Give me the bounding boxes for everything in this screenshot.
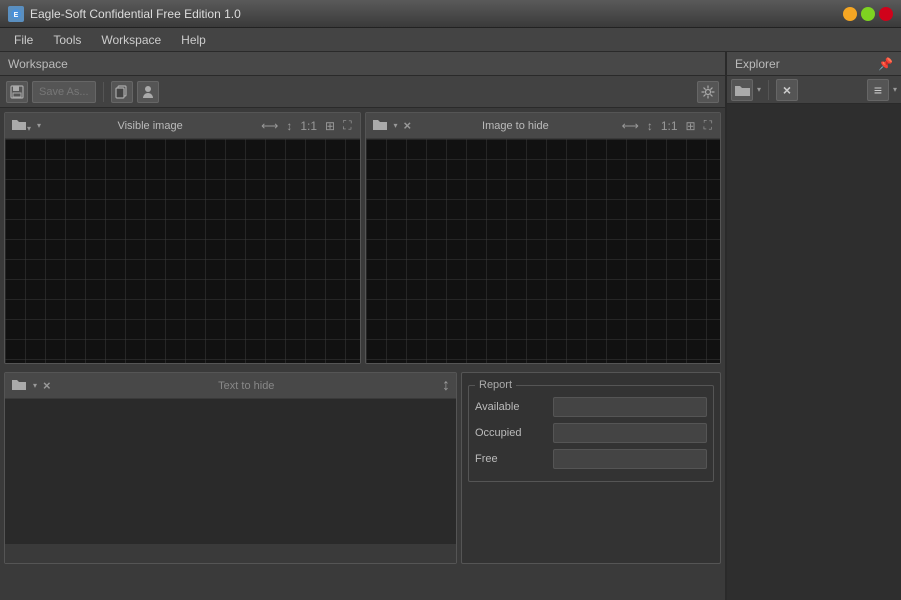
visible-zoom-1-1-btn[interactable]: 1:1 xyxy=(298,118,319,134)
explorer-menu-icon: ≡ xyxy=(874,82,882,98)
explorer-label: Explorer xyxy=(735,57,780,71)
text-panel-title: Text to hide xyxy=(57,380,436,392)
save-as-button[interactable]: Save As... xyxy=(32,81,96,103)
copy-button[interactable] xyxy=(111,81,133,103)
menu-tools[interactable]: Tools xyxy=(43,31,91,49)
save-as-label: Save As... xyxy=(39,86,89,98)
report-row-occupied: Occupied xyxy=(475,423,707,443)
main-container: Workspace Save As... xyxy=(0,52,901,600)
hide-image-grid xyxy=(366,139,721,363)
text-hide-input[interactable] xyxy=(9,403,452,539)
svg-text:E: E xyxy=(14,12,19,19)
menu-bar: File Tools Workspace Help xyxy=(0,28,901,52)
hide-zoom-custom-btn[interactable]: ⊞ xyxy=(684,118,698,134)
visible-zoom-height-btn[interactable]: ↕ xyxy=(284,118,294,134)
explorer-menu-button[interactable]: ≡ xyxy=(867,79,889,101)
report-free-label: Free xyxy=(475,453,545,465)
text-panel-dropdown-arrow[interactable]: ▾ xyxy=(33,381,37,390)
text-panel-resize-icon[interactable]: ↕ xyxy=(442,377,450,395)
report-row-available: Available xyxy=(475,397,707,417)
text-panel-footer xyxy=(5,543,456,563)
visible-zoom-full-btn[interactable]: ⛶ xyxy=(341,117,353,134)
report-available-value xyxy=(553,397,707,417)
app-icon: E xyxy=(8,6,24,22)
explorer-folder-dropdown[interactable]: ▾ xyxy=(757,85,761,94)
text-hide-panel: ▾ × Text to hide ↕ xyxy=(4,372,457,564)
explorer-toolbar: ▾ × ≡ ▾ xyxy=(727,76,901,104)
report-occupied-value xyxy=(553,423,707,443)
hide-image-close-btn[interactable]: × xyxy=(404,118,412,133)
menu-help[interactable]: Help xyxy=(171,31,216,49)
explorer-body xyxy=(727,104,901,600)
toolbar-right xyxy=(697,81,719,103)
hide-zoom-height-btn[interactable]: ↕ xyxy=(645,118,655,134)
explorer-close-button[interactable]: × xyxy=(776,79,798,101)
visible-image-canvas xyxy=(5,139,360,363)
settings-button[interactable] xyxy=(697,81,719,103)
person-button[interactable] xyxy=(137,81,159,103)
report-row-free: Free xyxy=(475,449,707,469)
explorer-open-button[interactable] xyxy=(731,79,753,101)
hide-image-canvas xyxy=(366,139,721,363)
menu-file[interactable]: File xyxy=(4,31,43,49)
report-free-value xyxy=(553,449,707,469)
hide-zoom-full-btn[interactable]: ⛶ xyxy=(702,117,714,134)
report-panel: Report Available Occupied Free xyxy=(461,372,721,564)
toolbar-separator-1 xyxy=(103,82,104,102)
window-controls xyxy=(843,7,893,21)
save-button[interactable] xyxy=(6,81,28,103)
hide-image-title: Image to hide xyxy=(417,120,614,132)
workspace-header: Workspace xyxy=(0,52,725,76)
maximize-button[interactable] xyxy=(861,7,875,21)
title-bar: E Eagle-Soft Confidential Free Edition 1… xyxy=(0,0,901,28)
explorer-toolbar-sep xyxy=(768,80,769,100)
bottom-section: ▾ × Text to hide ↕ Report Available xyxy=(0,368,725,568)
report-fieldset: Report Available Occupied Free xyxy=(468,379,714,482)
visible-image-open-icon[interactable]: ▾ xyxy=(11,117,31,134)
visible-image-title: Visible image xyxy=(47,120,253,132)
visible-image-toolbar: ⟷ ↕ 1:1 ⊞ ⛶ xyxy=(259,117,353,134)
explorer-pin-icon[interactable]: 📌 xyxy=(878,57,893,71)
hide-image-open-icon[interactable] xyxy=(372,117,388,134)
visible-image-panel-header: ▾ ▾ Visible image ⟷ ↕ 1:1 ⊞ ⛶ xyxy=(5,113,360,139)
visible-image-panel: ▾ ▾ Visible image ⟷ ↕ 1:1 ⊞ ⛶ xyxy=(4,112,361,364)
hide-image-dropdown-arrow[interactable]: ▾ xyxy=(394,121,398,130)
hide-image-toolbar: ⟷ ↕ 1:1 ⊞ ⛶ xyxy=(620,117,714,134)
text-panel-body[interactable] xyxy=(5,399,456,543)
workspace-label: Workspace xyxy=(8,57,68,71)
explorer-header: Explorer 📌 xyxy=(727,52,901,76)
hide-zoom-fit-btn[interactable]: ⟷ xyxy=(620,118,641,134)
visible-zoom-fit-btn[interactable]: ⟷ xyxy=(259,118,280,134)
workspace-area: Workspace Save As... xyxy=(0,52,726,600)
title-bar-left: E Eagle-Soft Confidential Free Edition 1… xyxy=(8,6,241,22)
report-legend: Report xyxy=(475,379,516,391)
hide-image-panel: ▾ × Image to hide ⟷ ↕ 1:1 ⊞ ⛶ xyxy=(365,112,722,364)
text-panel-header: ▾ × Text to hide ↕ xyxy=(5,373,456,399)
main-toolbar: Save As... xyxy=(0,76,725,108)
explorer-menu-dropdown[interactable]: ▾ xyxy=(893,85,897,94)
hide-image-panel-header: ▾ × Image to hide ⟷ ↕ 1:1 ⊞ ⛶ xyxy=(366,113,721,139)
hide-zoom-1-1-btn[interactable]: 1:1 xyxy=(659,118,680,134)
visible-zoom-custom-btn[interactable]: ⊞ xyxy=(323,118,337,134)
visible-image-grid xyxy=(5,139,360,363)
image-panels-row: ▾ ▾ Visible image ⟷ ↕ 1:1 ⊞ ⛶ xyxy=(0,108,725,368)
text-panel-open-icon[interactable] xyxy=(11,377,27,394)
report-available-label: Available xyxy=(475,401,545,413)
explorer-close-icon: × xyxy=(783,82,791,98)
visible-image-dropdown-arrow[interactable]: ▾ xyxy=(37,121,41,130)
minimize-button[interactable] xyxy=(843,7,857,21)
explorer-panel: Explorer 📌 ▾ × ≡ ▾ xyxy=(726,52,901,600)
close-button[interactable] xyxy=(879,7,893,21)
title-text: Eagle-Soft Confidential Free Edition 1.0 xyxy=(30,7,241,21)
report-occupied-label: Occupied xyxy=(475,427,545,439)
menu-workspace[interactable]: Workspace xyxy=(91,31,171,49)
text-panel-close-btn[interactable]: × xyxy=(43,378,51,393)
